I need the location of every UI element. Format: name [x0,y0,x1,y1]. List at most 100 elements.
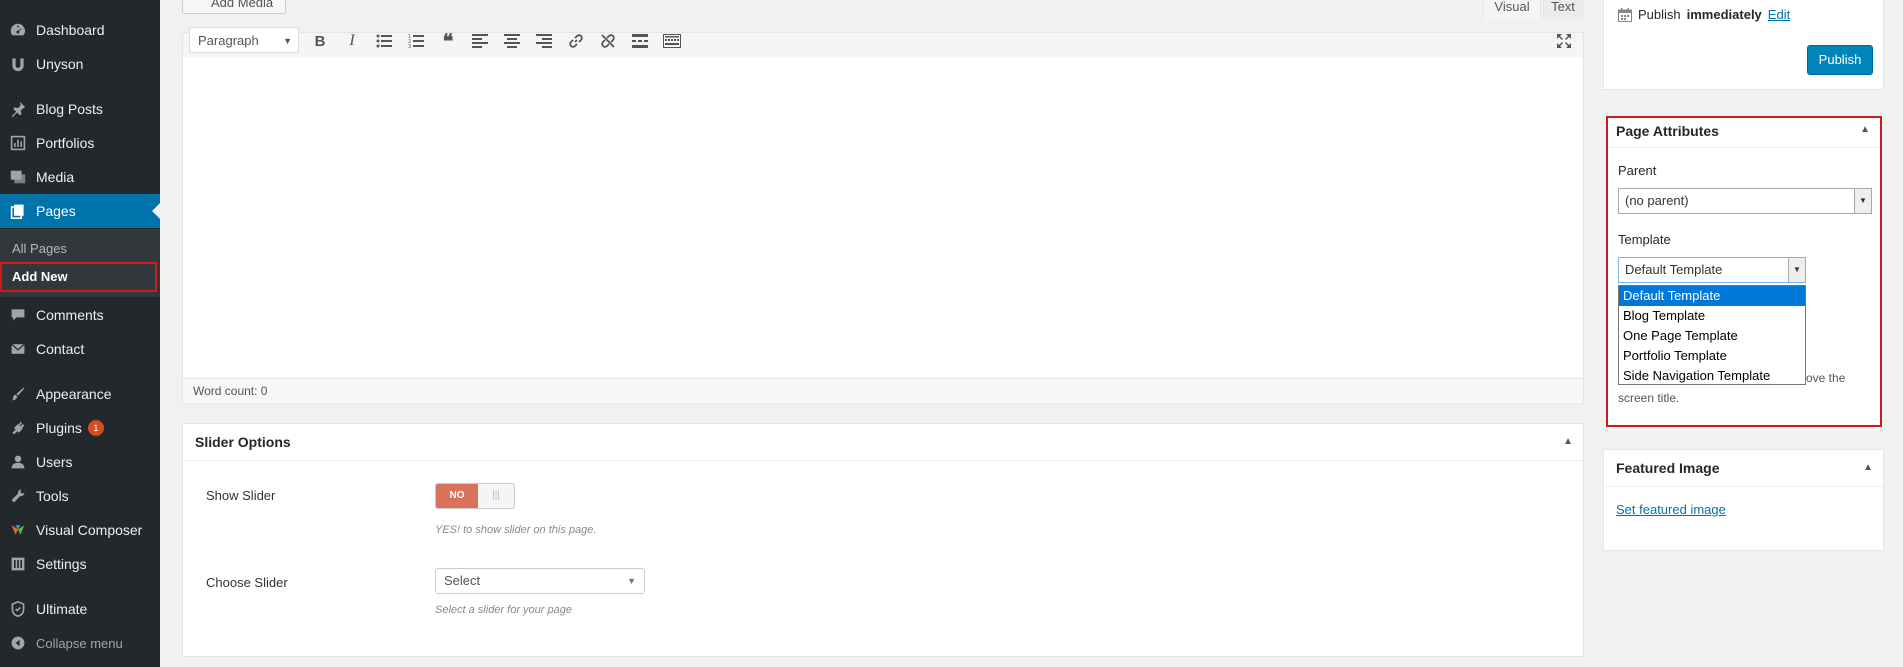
align-left-button[interactable] [469,30,491,52]
sidebar-item-dashboard[interactable]: Dashboard [0,13,160,47]
add-media-label: Add Media [211,0,274,10]
template-option[interactable]: Default Template [1619,286,1805,306]
format-select-value: Paragraph [198,33,259,48]
collapse-arrow-icon [0,635,36,651]
template-select[interactable]: Default Template ▼ [1618,257,1806,283]
sidebar-item-pages[interactable]: Pages [0,194,160,228]
sidebar-item-users[interactable]: Users [0,445,160,479]
chevron-down-icon: ▼ [283,36,292,46]
show-slider-help: YES! to show slider on this page. [435,524,597,536]
sidebar-item-label: Comments [36,307,104,323]
align-right-icon [536,34,552,48]
fullscreen-button[interactable] [1553,30,1575,52]
edit-publish-date-link[interactable]: Edit [1768,7,1790,22]
sidebar-item-settings[interactable]: Settings [0,547,160,581]
wrench-icon [0,488,36,504]
align-center-button[interactable] [501,30,523,52]
set-featured-image-link[interactable]: Set featured image [1616,502,1726,517]
parent-select-value: (no parent) [1625,193,1689,208]
pages-icon [0,203,36,219]
svg-text:3: 3 [408,44,411,48]
sidebar-item-label: Appearance [36,386,112,402]
choose-slider-value: Select [444,573,481,588]
divider [183,460,1583,461]
sidebar-item-portfolios[interactable]: Portfolios [0,126,160,160]
bullet-list-button[interactable] [373,30,395,52]
sidebar-item-plugins[interactable]: Plugins 1 [0,411,160,445]
parent-label: Parent [1618,163,1657,178]
sidebar-item-label: Portfolios [36,135,95,151]
publish-button[interactable]: Publish [1807,45,1873,75]
divider [1608,147,1880,148]
visual-composer-icon [0,522,36,538]
collapse-toggle-icon[interactable]: ▲ [1563,436,1573,447]
numbered-list-button[interactable]: 123 [405,30,427,52]
sidebar-item-tools[interactable]: Tools [0,479,160,513]
add-new-highlight [0,262,157,292]
shield-icon [0,600,36,618]
publish-schedule-row: Publish immediately Edit [1618,7,1790,22]
template-help-text-tail: ove the [1806,371,1846,385]
sidebar-item-label: Media [36,169,75,185]
sidebar-item-ultimate[interactable]: Ultimate [0,592,160,626]
brush-icon [0,386,36,402]
align-left-icon [472,34,488,48]
slider-options-title: Slider Options [195,434,291,450]
insert-link-button[interactable] [565,30,587,52]
collapse-toggle-icon[interactable]: ▲ [1860,124,1870,135]
sidebar-item-visual-composer[interactable]: Visual Composer [0,513,160,547]
italic-button[interactable]: I [341,30,363,52]
template-option[interactable]: Blog Template [1619,306,1805,326]
choose-slider-label: Choose Slider [206,575,288,590]
keyboard-icon [663,34,681,48]
sidebar-item-appearance[interactable]: Appearance [0,377,160,411]
sidebar-item-label: Dashboard [36,22,105,38]
show-slider-switch[interactable]: NO ||| [435,483,515,509]
bullet-list-icon [376,34,392,48]
content-editor: Paragraph ▼ B I 123 ❝ Word count: 0 [182,27,1584,404]
sidebar-item-label: Contact [36,341,85,357]
sidebar-item-media[interactable]: Media [0,160,160,194]
tab-text[interactable]: Text [1543,0,1583,19]
editor-text-area[interactable] [183,57,1583,379]
collapse-toggle-icon[interactable]: ▲ [1863,462,1873,473]
align-center-icon [504,34,520,48]
sidebar-item-comments[interactable]: Comments [0,298,160,332]
template-option[interactable]: One Page Template [1619,326,1805,346]
blockquote-button[interactable]: ❝ [437,30,459,53]
sidebar-item-label: Unyson [36,56,84,72]
tab-visual[interactable]: Visual [1483,0,1541,19]
italic-icon: I [349,32,355,49]
sidebar-item-unyson[interactable]: Unyson [0,47,160,81]
media-icon [0,168,36,186]
sidebar-item-label: Pages [36,203,76,219]
read-more-button[interactable] [629,30,651,52]
bold-button[interactable]: B [309,30,331,52]
comment-icon [0,307,36,323]
remove-link-button[interactable] [597,30,619,52]
dashboard-icon [0,21,36,39]
align-right-button[interactable] [533,30,555,52]
format-select[interactable]: Paragraph ▼ [189,27,299,53]
add-media-button[interactable]: Add Media [182,0,287,14]
sidebar-item-contact[interactable]: Contact [0,332,160,366]
publish-when: immediately [1686,7,1762,22]
link-icon [569,34,583,48]
parent-select[interactable]: (no parent) ▼ [1618,188,1872,214]
choose-slider-select[interactable]: Select ▼ [435,568,645,594]
quote-icon: ❝ [442,30,454,53]
sidebar-item-blog-posts[interactable]: Blog Posts [0,92,160,126]
show-slider-label: Show Slider [206,488,276,503]
calendar-icon [1618,7,1632,22]
template-option[interactable]: Side Navigation Template [1619,366,1805,386]
choose-slider-help: Select a slider for your page [435,604,572,616]
toolbar-toggle-button[interactable] [661,30,683,52]
expand-icon [1557,34,1571,48]
template-option[interactable]: Portfolio Template [1619,346,1805,366]
template-dropdown-list: Default Template Blog Template One Page … [1618,285,1806,385]
chevron-down-icon: ▼ [627,576,636,586]
collapse-menu-button[interactable]: Collapse menu [0,626,160,660]
submenu-all-pages[interactable]: All Pages [12,241,67,256]
divider [1604,486,1883,487]
unlink-icon [601,34,615,48]
